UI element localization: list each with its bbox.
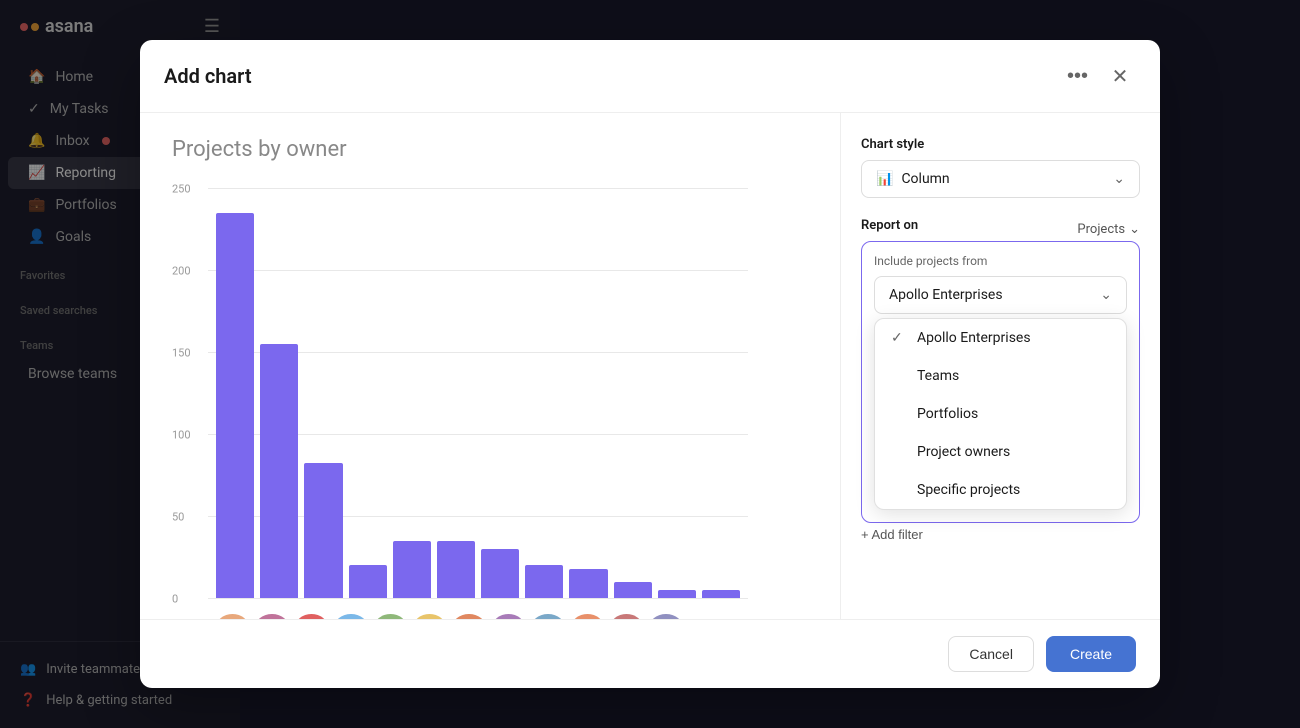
gridline-label-200: 200 [172,265,191,278]
dropdown-option-specific-projects-label: Specific projects [917,482,1110,498]
dropdown-option-specific-projects[interactable]: ✓ Specific projects [875,471,1126,509]
avatar-9 [531,614,564,619]
report-on-header: Report on Projects ⌄ [861,218,1140,241]
include-projects-label: Include projects from [874,254,1127,268]
close-dialog-button[interactable]: ✕ [1104,60,1136,92]
bar-6 [437,541,475,598]
add-filter-label: + Add filter [861,527,923,542]
gridline-label-100: 100 [172,429,191,442]
bar-4 [349,565,387,598]
gridline-0: 0 [208,598,748,599]
avatar-11 [610,614,643,619]
avatar-10 [571,614,604,619]
dialog-footer: Cancel Create [140,619,1160,688]
add-chart-dialog: Add chart ••• ✕ Projects by owner Projec… [140,40,1160,688]
bar-5 [393,541,431,598]
dropdown-option-apollo[interactable]: ✓ Apollo Enterprises [875,319,1126,357]
chart-title: Projects by owner [172,137,808,162]
bar-1 [216,213,254,598]
check-icon: ✓ [891,330,907,346]
dropdown-option-portfolios[interactable]: ✓ Portfolios [875,395,1126,433]
report-on-section: Report on Projects ⌄ Include projects fr… [861,218,1140,546]
bar-8 [525,565,563,598]
add-filter-button[interactable]: + Add filter [861,523,923,546]
gridline-label-0: 0 [172,593,178,606]
gridline-label-50: 50 [172,511,184,524]
create-button[interactable]: Create [1046,636,1136,672]
chart-style-label: Chart style [861,137,1140,152]
dropdown-option-apollo-label: Apollo Enterprises [917,330,1110,346]
chart-style-value: Column [901,171,949,187]
include-projects-value: Apollo Enterprises [889,287,1003,303]
report-on-value: Projects [1077,222,1125,237]
dialog-body: Projects by owner Project count 250 200 [140,113,1160,619]
bar-7 [481,549,519,598]
include-projects-chevron-icon: ⌄ [1100,287,1112,303]
avatar-4 [334,614,367,619]
avatar-12 [649,614,682,619]
dropdown-option-teams-label: Teams [917,368,1110,384]
bar-10 [614,582,652,598]
dropdown-option-teams[interactable]: ✓ Teams [875,357,1126,395]
include-projects-dropdown-menu: ✓ Apollo Enterprises ✓ Teams ✓ Portfolio… [874,318,1127,510]
avatar-2 [255,614,288,619]
report-on-chevron-icon: ⌄ [1129,222,1140,237]
dropdown-option-project-owners[interactable]: ✓ Project owners [875,433,1126,471]
dropdown-option-project-owners-label: Project owners [917,444,1110,460]
dialog-title: Add chart [164,64,252,88]
gridline-label-150: 150 [172,347,191,360]
right-panel: Chart style 📊 Column ⌄ Report on Project… [840,113,1160,619]
avatar-5 [374,614,407,619]
bar-9 [569,569,607,598]
report-on-type-selector[interactable]: Projects ⌄ [1077,222,1140,237]
report-on-label: Report on [861,218,918,233]
gridline-label-250: 250 [172,183,191,196]
column-chart-icon: 📊 [876,171,893,187]
avatar-6 [413,614,446,619]
bar-3 [304,463,342,598]
bar-11 [658,590,696,598]
chart-style-chevron-icon: ⌄ [1113,171,1125,187]
chart-style-section: Chart style 📊 Column ⌄ [861,137,1140,198]
more-options-button[interactable]: ••• [1063,61,1092,92]
chart-inner: Project count 250 200 150 100 [208,178,808,619]
chart-style-select[interactable]: 📊 Column ⌄ [861,160,1140,198]
dropdown-option-portfolios-label: Portfolios [917,406,1110,422]
include-projects-dropdown-trigger[interactable]: Apollo Enterprises ⌄ [874,276,1127,314]
avatar-7 [452,614,485,619]
bar-2 [260,344,298,598]
dialog-header-actions: ••• ✕ [1063,60,1136,92]
avatar-1 [216,614,249,619]
dialog-header: Add chart ••• ✕ [140,40,1160,113]
chart-container: Project count 250 200 150 100 [172,178,808,619]
cancel-button[interactable]: Cancel [948,636,1034,672]
bars-area [208,188,748,598]
avatar-8 [492,614,525,619]
avatar-3 [295,614,328,619]
chart-area: Projects by owner Project count 250 200 [140,113,840,619]
avatars-row: + 3 more [208,614,748,619]
include-projects-container: Include projects from Apollo Enterprises… [861,241,1140,523]
bar-12 [702,590,740,598]
